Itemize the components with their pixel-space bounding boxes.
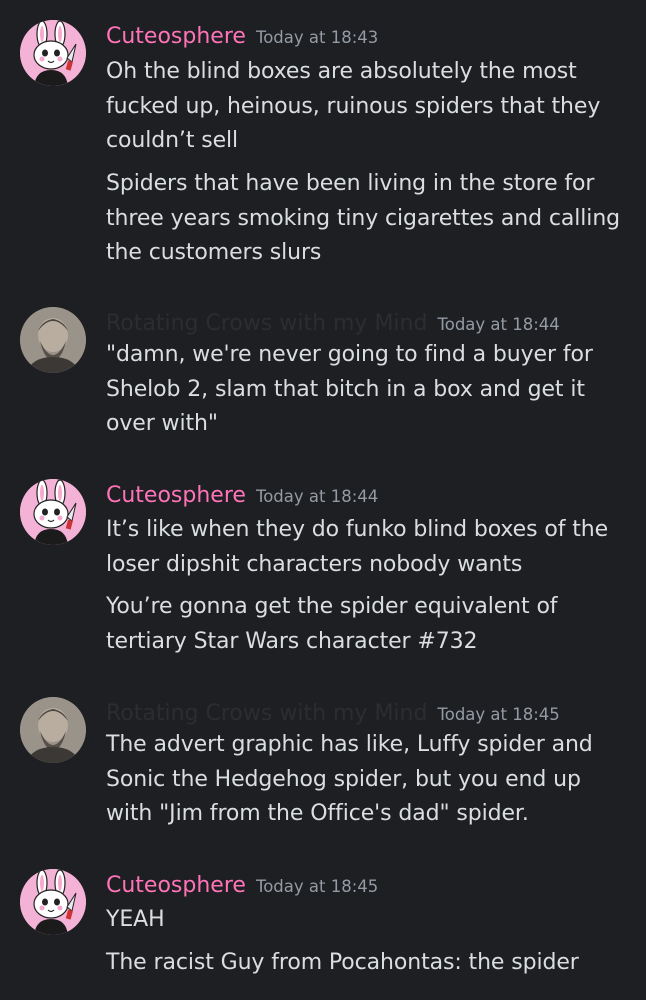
message-text: "damn, we're never going to find a buyer… — [106, 342, 593, 436]
timestamp[interactable]: Today at 18:44 — [437, 308, 559, 342]
avatar[interactable] — [20, 307, 86, 373]
timestamp[interactable]: Today at 18:45 — [437, 698, 559, 732]
timestamp[interactable]: Today at 18:44 — [256, 480, 378, 514]
avatar[interactable] — [20, 697, 86, 763]
message-header: Cuteosphere Today at 18:44 — [106, 479, 378, 513]
username[interactable]: Rotating Crows with my Mind — [106, 307, 427, 341]
username[interactable]: Cuteosphere — [106, 479, 246, 513]
message-text: It’s like when they do funko blind boxes… — [106, 517, 609, 577]
message-text: The racist Guy from Pocahontas: the spid… — [106, 950, 579, 975]
message-text: YEAH — [106, 907, 165, 932]
message-header: Cuteosphere Today at 18:45 — [106, 869, 378, 903]
bunny-avatar-icon — [20, 869, 86, 935]
message-text: Spiders that have been living in the sto… — [106, 171, 621, 265]
avatar[interactable] — [20, 479, 86, 545]
message-header: Cuteosphere Today at 18:43 — [106, 20, 378, 54]
timestamp[interactable]: Today at 18:43 — [256, 21, 378, 55]
message-text: Oh the blind boxes are absolutely the mo… — [106, 59, 601, 153]
username[interactable]: Cuteosphere — [106, 20, 246, 54]
message-text: You’re gonna get the spider equivalent o… — [106, 594, 558, 654]
bunny-avatar-icon — [20, 20, 86, 86]
avatar[interactable] — [20, 869, 86, 935]
user-photo-icon — [20, 697, 86, 763]
bunny-avatar-icon — [20, 479, 86, 545]
message-header: Rotating Crows with my Mind Today at 18:… — [106, 307, 560, 341]
message-header: Rotating Crows with my Mind Today at 18:… — [106, 697, 560, 731]
chat-message-list: Cuteosphere Today at 18:43 Oh the blind … — [0, 0, 646, 1000]
username[interactable]: Cuteosphere — [106, 869, 246, 903]
username[interactable]: Rotating Crows with my Mind — [106, 697, 427, 731]
timestamp[interactable]: Today at 18:45 — [256, 870, 378, 904]
user-photo-icon — [20, 307, 86, 373]
message-text: The advert graphic has like, Luffy spide… — [106, 732, 593, 826]
avatar[interactable] — [20, 20, 86, 86]
